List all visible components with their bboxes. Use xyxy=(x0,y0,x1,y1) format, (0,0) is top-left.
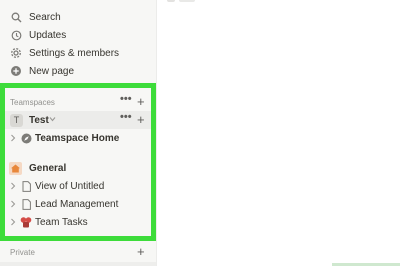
house-icon xyxy=(9,161,22,175)
teamspace-test[interactable]: T Test ••• + xyxy=(0,111,156,129)
add-page-icon[interactable]: + xyxy=(137,113,145,126)
sidebar-item-label: New page xyxy=(29,65,75,77)
chevron-right-icon[interactable] xyxy=(10,134,16,144)
private-header: Private + xyxy=(0,243,156,261)
ribbon-icon xyxy=(20,216,32,228)
teamspaces-header: Teamspaces ••• + xyxy=(0,93,156,111)
page-icon xyxy=(21,198,31,210)
sidebar-item-new-page[interactable]: New page xyxy=(0,62,156,80)
page-icon xyxy=(21,180,31,192)
add-private-page-icon[interactable]: + xyxy=(137,245,145,258)
add-teamspace-icon[interactable]: + xyxy=(137,95,145,108)
toolbar-fragment xyxy=(179,0,195,2)
sidebar-item-teamspace-home[interactable]: Teamspace Home xyxy=(0,129,156,147)
sidebar-item-team-tasks[interactable]: Team Tasks xyxy=(0,213,156,231)
team-avatar: T xyxy=(10,113,23,127)
sidebar: Search Updates Settings & members New pa… xyxy=(0,0,157,266)
chevron-right-icon[interactable] xyxy=(10,200,16,210)
sidebar-item-general[interactable]: General xyxy=(0,159,156,177)
sidebar-item-label: Settings & members xyxy=(29,47,120,59)
sidebar-item-updates[interactable]: Updates xyxy=(0,26,156,44)
teamspaces-label: Teamspaces xyxy=(10,97,55,107)
plus-circle-icon xyxy=(10,65,22,77)
sidebar-item-label: Updates xyxy=(29,29,67,41)
sidebar-item-label: General xyxy=(29,162,67,174)
chevron-down-icon[interactable] xyxy=(49,115,56,124)
gear-icon xyxy=(10,47,22,59)
sidebar-bottom-edge xyxy=(0,262,156,266)
private-label: Private xyxy=(10,247,35,257)
toolbar-fragment xyxy=(167,0,175,2)
chevron-right-icon[interactable] xyxy=(10,182,16,192)
teamspace-label: Test xyxy=(29,114,49,126)
more-options-icon[interactable]: ••• xyxy=(120,93,132,105)
compass-icon xyxy=(20,132,32,144)
sidebar-item-lead-management[interactable]: Lead Management xyxy=(0,195,156,213)
sidebar-item-search[interactable]: Search xyxy=(0,8,156,26)
more-options-icon[interactable]: ••• xyxy=(120,111,132,123)
chevron-right-icon[interactable] xyxy=(10,218,16,228)
sidebar-item-label: Teamspace Home xyxy=(35,132,120,144)
search-icon xyxy=(10,11,22,23)
sidebar-item-label: View of Untitled xyxy=(35,180,105,192)
sidebar-item-label: Team Tasks xyxy=(35,216,88,228)
sidebar-item-label: Lead Management xyxy=(35,198,119,210)
clock-icon xyxy=(10,29,22,41)
sidebar-item-settings[interactable]: Settings & members xyxy=(0,44,156,62)
sidebar-item-view-of-untitled[interactable]: View of Untitled xyxy=(0,177,156,195)
sidebar-item-label: Search xyxy=(29,11,61,23)
main-content xyxy=(157,0,400,266)
